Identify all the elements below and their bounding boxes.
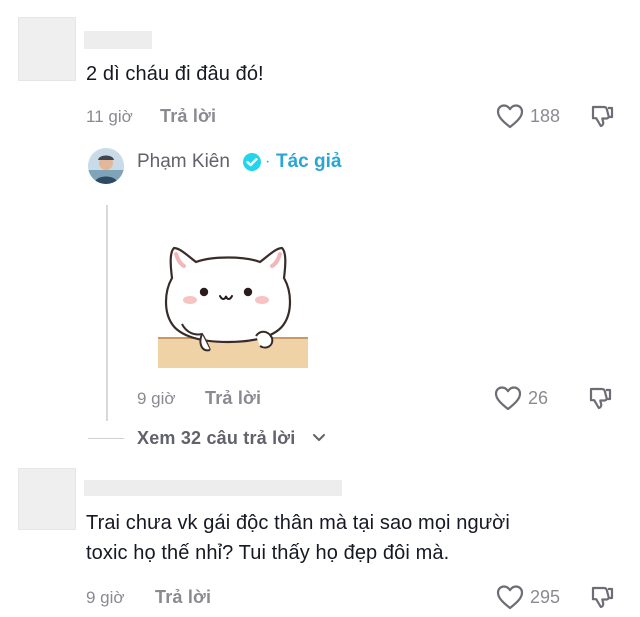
author-name[interactable]: Phạm Kiên xyxy=(137,151,230,173)
separator-dot: · xyxy=(265,153,271,170)
reply-button[interactable]: Trả lời xyxy=(160,106,216,127)
avatar[interactable] xyxy=(18,17,76,81)
view-more-replies-button[interactable]: Xem 32 câu trả lời xyxy=(137,427,337,451)
like-button[interactable]: 26 xyxy=(494,384,554,412)
chevron-down-icon xyxy=(312,433,326,443)
thumbs-down-icon[interactable] xyxy=(587,385,613,411)
like-count: 26 xyxy=(528,388,549,408)
username-redacted[interactable] xyxy=(84,480,342,496)
view-more-label: Xem 32 câu trả lời xyxy=(137,428,296,448)
author-tag: Tác giả xyxy=(276,151,342,172)
like-count: 188 xyxy=(530,106,561,126)
like-button[interactable]: 295 xyxy=(496,583,570,611)
comment-text-line-2: toxic họ thế nhỉ? Tui thấy họ đẹp đôi mà… xyxy=(86,542,450,564)
like-button[interactable]: 188 xyxy=(496,102,570,130)
username-redacted[interactable] xyxy=(84,31,152,49)
like-count: 295 xyxy=(530,587,561,607)
comment-text: 2 dì cháu đi đâu đó! xyxy=(86,63,264,85)
thumbs-down-icon[interactable] xyxy=(589,103,615,129)
comment-text-line-1: Trai chưa vk gái độc thân mà tại sao mọi… xyxy=(86,512,510,534)
thread-line xyxy=(106,205,108,421)
heart-outline-icon xyxy=(494,385,522,411)
reply-button[interactable]: Trả lời xyxy=(205,388,261,409)
view-more-divider xyxy=(88,438,124,439)
thumbs-down-icon[interactable] xyxy=(589,584,615,610)
heart-outline-icon xyxy=(496,103,524,129)
reply-time: 9 giờ xyxy=(137,389,176,408)
avatar[interactable] xyxy=(18,468,76,530)
comment-time: 11 giờ xyxy=(86,107,133,126)
white-cat-sticker[interactable] xyxy=(152,236,312,372)
heart-outline-icon xyxy=(496,584,524,610)
reply-button[interactable]: Trả lời xyxy=(155,587,211,608)
comment-time: 9 giờ xyxy=(86,588,125,607)
verified-badge-icon xyxy=(242,152,262,172)
author-avatar[interactable] xyxy=(88,148,124,184)
